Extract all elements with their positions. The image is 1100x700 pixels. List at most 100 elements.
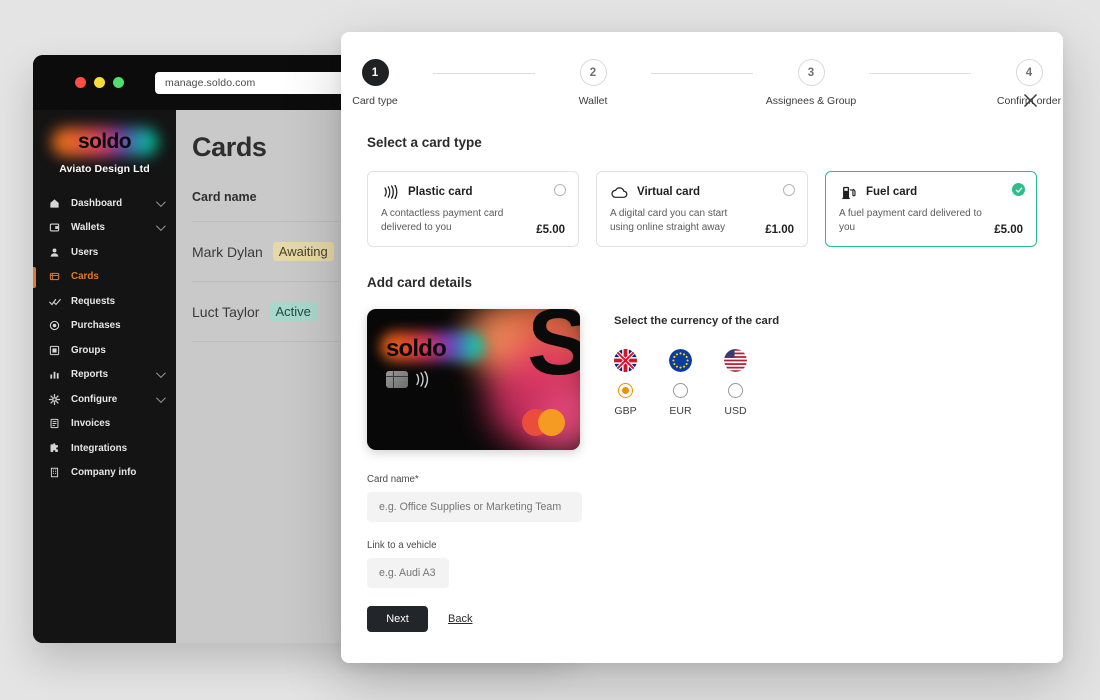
status-badge: Awaiting <box>272 242 334 261</box>
card-type-section-title: Select a card type <box>367 135 482 150</box>
sidebar-item-label: Integrations <box>71 442 128 454</box>
building-icon <box>47 467 62 479</box>
sidebar-item-label: Wallets <box>71 222 105 234</box>
home-icon <box>47 197 62 209</box>
chevron-down-icon[interactable] <box>155 196 166 207</box>
radio-button[interactable] <box>554 184 566 196</box>
status-badge: Active <box>269 302 317 321</box>
sidebar-item-integrations[interactable]: Integrations <box>33 436 176 461</box>
sidebar-item-label: Company info <box>71 467 137 479</box>
sidebar-item-purchases[interactable]: Purchases <box>33 314 176 339</box>
sidebar-item-label: Cards <box>71 271 99 283</box>
fuel-pump-icon <box>839 184 857 200</box>
card-name-label: Card name* <box>367 474 419 486</box>
groups-icon <box>47 344 62 356</box>
currency-label: GBP <box>614 405 637 418</box>
stepper-step-3[interactable]: 3 Assignees & Group <box>753 59 869 107</box>
sidebar-item-label: Configure <box>71 393 118 405</box>
option-name: Plastic card <box>408 186 473 198</box>
card-name-cell: Mark Dylan <box>192 243 263 260</box>
card-big-s: S <box>527 309 580 395</box>
option-header: Fuel card <box>839 184 1023 200</box>
new-card-modal: 1 Card type 2 Wallet 3 Assignees & Group 4 Conf… <box>341 32 1063 663</box>
sidebar-item-label: Purchases <box>71 320 121 332</box>
sidebar-item-users[interactable]: Users <box>33 240 176 265</box>
stepper-number: 3 <box>797 59 825 86</box>
chevron-down-icon[interactable] <box>155 392 166 403</box>
stepper-number: 4 <box>1015 59 1043 86</box>
stepper: 1 Card type 2 Wallet 3 Assignees & Group 4 Conf… <box>352 32 1061 107</box>
link-to-vehicle-input[interactable] <box>367 558 449 589</box>
sidebar-item-label: Dashboard <box>71 197 123 209</box>
currency-radio[interactable] <box>618 383 633 399</box>
currency-radio[interactable] <box>673 383 688 399</box>
chevron-down-icon[interactable] <box>155 221 166 232</box>
card-type-option-fuel-card[interactable]: Fuel card A fuel payment card delivered t… <box>825 171 1037 248</box>
details-left-column: S soldo Card name* e.g. Office Supplies … <box>367 309 582 633</box>
soldo-logo: soldo <box>33 125 176 159</box>
us-flag-icon <box>724 349 747 373</box>
sidebar-item-company-info[interactable]: Company info <box>33 461 176 486</box>
close-icon[interactable] <box>1019 89 1041 111</box>
option-price: £5.00 <box>994 224 1023 237</box>
eu-flag-icon <box>669 349 692 373</box>
stepper-number: 1 <box>361 59 389 86</box>
soldo-logo-text: soldo <box>78 130 132 153</box>
stepper-number: 2 <box>579 59 607 86</box>
back-button[interactable]: Back <box>448 613 472 625</box>
invoice-icon <box>47 418 62 430</box>
uk-flag-icon <box>614 349 637 373</box>
currency-option-gbp[interactable]: GBP <box>614 349 637 417</box>
card-soldo-logo: soldo <box>386 335 447 363</box>
sidebar-item-requests[interactable]: Requests <box>33 289 176 314</box>
card-name-input[interactable] <box>367 492 582 523</box>
radio-button[interactable] <box>783 184 795 196</box>
user-icon <box>47 246 62 258</box>
option-header: Virtual card <box>610 184 794 200</box>
next-button[interactable]: Next <box>367 606 428 633</box>
bar-chart-icon <box>47 369 62 381</box>
sidebar-item-reports[interactable]: Reports <box>33 363 176 388</box>
stepper-step-1[interactable]: 1 Card type <box>317 59 433 107</box>
currency-option-usd[interactable]: USD <box>724 349 747 417</box>
stepper-label: Card type <box>352 95 398 107</box>
option-name: Virtual card <box>637 186 701 198</box>
card-name-cell: Luct Taylor <box>192 303 260 320</box>
sidebar-item-dashboard[interactable]: Dashboard <box>33 191 176 216</box>
sidebar-item-invoices[interactable]: Invoices <box>33 412 176 437</box>
sidebar-item-wallets[interactable]: Wallets <box>33 216 176 241</box>
option-price: £5.00 <box>536 224 565 237</box>
currency-radio[interactable] <box>728 383 743 399</box>
chevron-down-icon[interactable] <box>155 368 166 379</box>
currency-label: USD <box>724 405 747 418</box>
sidebar-item-cards[interactable]: Cards <box>33 265 176 290</box>
minimize-window-icon[interactable] <box>94 77 105 88</box>
card-icon <box>47 271 62 283</box>
details-section-title: Add card details <box>367 275 473 291</box>
sidebar-item-configure[interactable]: Configure <box>33 387 176 412</box>
gear-icon <box>47 393 62 405</box>
currency-option-eur[interactable]: EUR <box>669 349 692 417</box>
currency-label: EUR <box>669 405 692 418</box>
maximize-window-icon[interactable] <box>113 77 124 88</box>
url-text: manage.soldo.com <box>165 76 256 89</box>
card-type-option-plastic-card[interactable]: Plastic card A contactless payment card d… <box>367 171 579 248</box>
modal-actions: Next Back <box>367 606 582 633</box>
option-header: Plastic card <box>381 184 565 200</box>
stepper-connector <box>433 72 535 74</box>
check-check-icon <box>47 295 62 307</box>
card-type-option-virtual-card[interactable]: Virtual card A digital card you can start… <box>596 171 808 248</box>
sidebar-item-groups[interactable]: Groups <box>33 338 176 363</box>
stepper-step-2[interactable]: 2 Wallet <box>535 59 651 107</box>
details-area: S soldo Card name* e.g. Office Supplies … <box>367 309 1037 633</box>
mastercard-logo <box>522 409 565 437</box>
close-window-icon[interactable] <box>75 77 86 88</box>
option-description: A contactless payment card delivered to … <box>381 208 504 234</box>
chip-icon <box>386 371 408 389</box>
stepper-label: Assignees & Group <box>765 95 857 107</box>
sidebar-nav: Dashboard Wallets Users Cards Requests Purcha… <box>33 191 176 485</box>
stepper-connector <box>869 72 971 74</box>
cloud-icon <box>610 184 628 200</box>
check-circle-icon <box>1012 183 1025 196</box>
option-price: £1.00 <box>765 224 794 237</box>
